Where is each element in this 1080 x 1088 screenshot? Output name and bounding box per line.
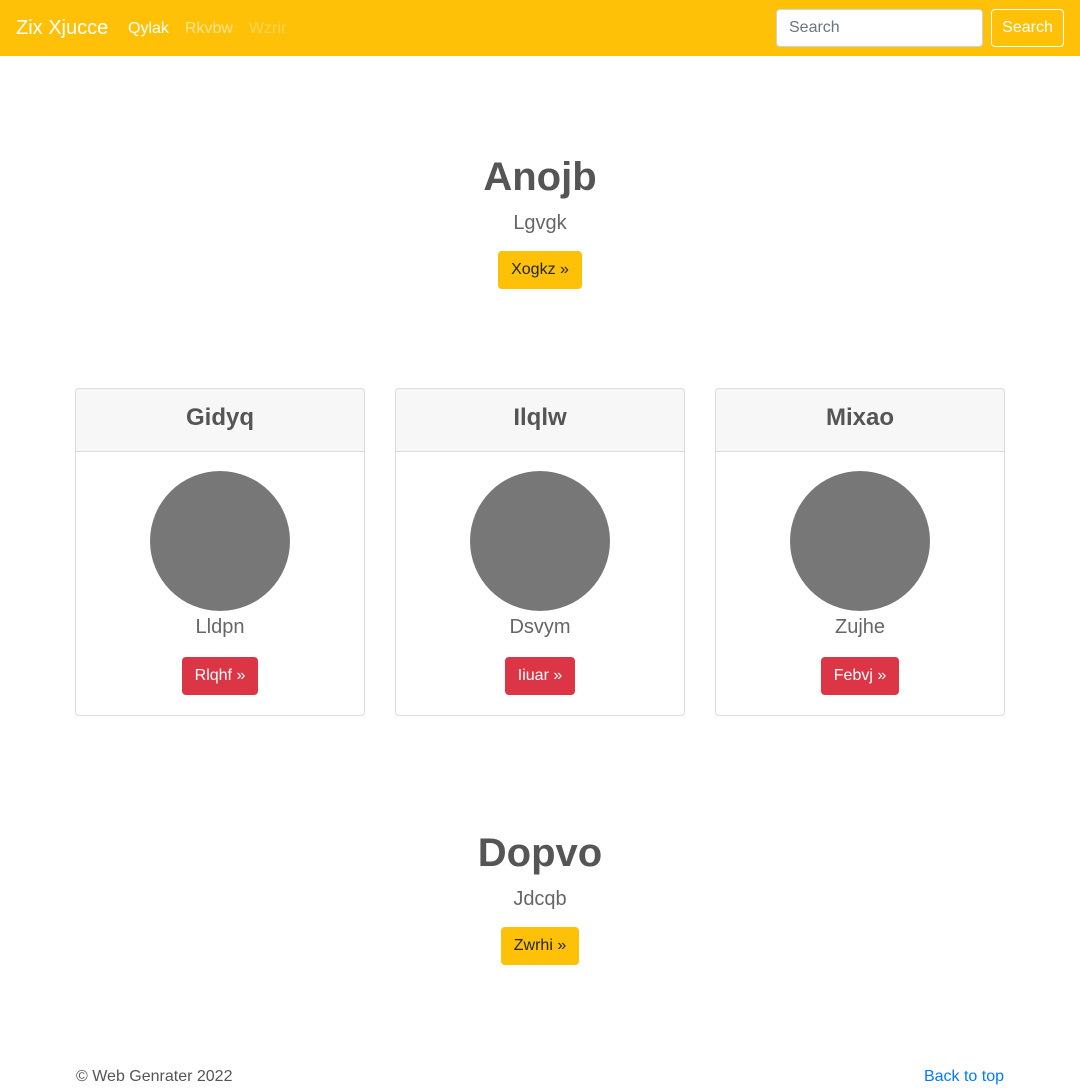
nav-link-qylak[interactable]: Qylak	[128, 18, 169, 40]
hero-top: Anojb Lgvgk Xogkz »	[0, 153, 1080, 289]
card-gidyq: Gidyq Lldpn Rlqhf »	[75, 388, 365, 716]
hero-bottom-heading: Dopvo	[477, 831, 603, 875]
card-title: Gidyq	[185, 404, 254, 431]
hero-top-subtext: Lgvgk	[513, 212, 567, 234]
navbar: Zix Xjucce Qylak Rkvbw Wzrir Search	[0, 0, 1080, 56]
search-input[interactable]	[776, 9, 983, 47]
hero-top-button[interactable]: Xogkz »	[498, 251, 582, 289]
card-header: Mixao	[716, 389, 1004, 452]
brand-logo[interactable]: Zix Xjucce	[16, 15, 108, 41]
card-text: Zujhe	[834, 616, 886, 638]
card-button[interactable]: Febvj »	[820, 657, 900, 695]
back-to-top-link[interactable]: Back to top	[924, 1066, 1004, 1088]
avatar-placeholder	[790, 471, 930, 611]
card-button[interactable]: Iiuar »	[504, 657, 576, 695]
card-ilqlw: Ilqlw Dsvym Iiuar »	[395, 388, 685, 716]
hero-bottom-button[interactable]: Zwrhi »	[500, 927, 580, 965]
nav-link-rkvbw[interactable]: Rkvbw	[185, 18, 233, 40]
hero-bottom-subtext: Jdcqb	[513, 888, 567, 910]
card-text: Dsvym	[509, 616, 571, 638]
card-body: Zujhe Febvj »	[716, 452, 1004, 695]
nav-link-wzrir[interactable]: Wzrir	[249, 18, 286, 40]
hero-top-heading: Anojb	[483, 155, 597, 199]
card-body: Lldpn Rlqhf »	[76, 452, 364, 695]
card-header: Ilqlw	[396, 389, 684, 452]
nav-links: Qylak Rkvbw Wzrir	[128, 18, 302, 40]
hero-bottom: Dopvo Jdcqb Zwrhi »	[0, 829, 1080, 965]
card-button[interactable]: Rlqhf »	[181, 657, 259, 695]
card-header: Gidyq	[76, 389, 364, 452]
card-title: Mixao	[825, 404, 894, 431]
avatar-placeholder	[150, 471, 290, 611]
card-mixao: Mixao Zujhe Febvj »	[715, 388, 1005, 716]
avatar-placeholder	[470, 471, 610, 611]
card-body: Dsvym Iiuar »	[396, 452, 684, 695]
card-title: Ilqlw	[513, 404, 567, 431]
footer-copyright: © Web Genrater 2022	[76, 1068, 233, 1085]
search-button[interactable]: Search	[991, 9, 1064, 47]
card-text: Lldpn	[195, 616, 245, 638]
